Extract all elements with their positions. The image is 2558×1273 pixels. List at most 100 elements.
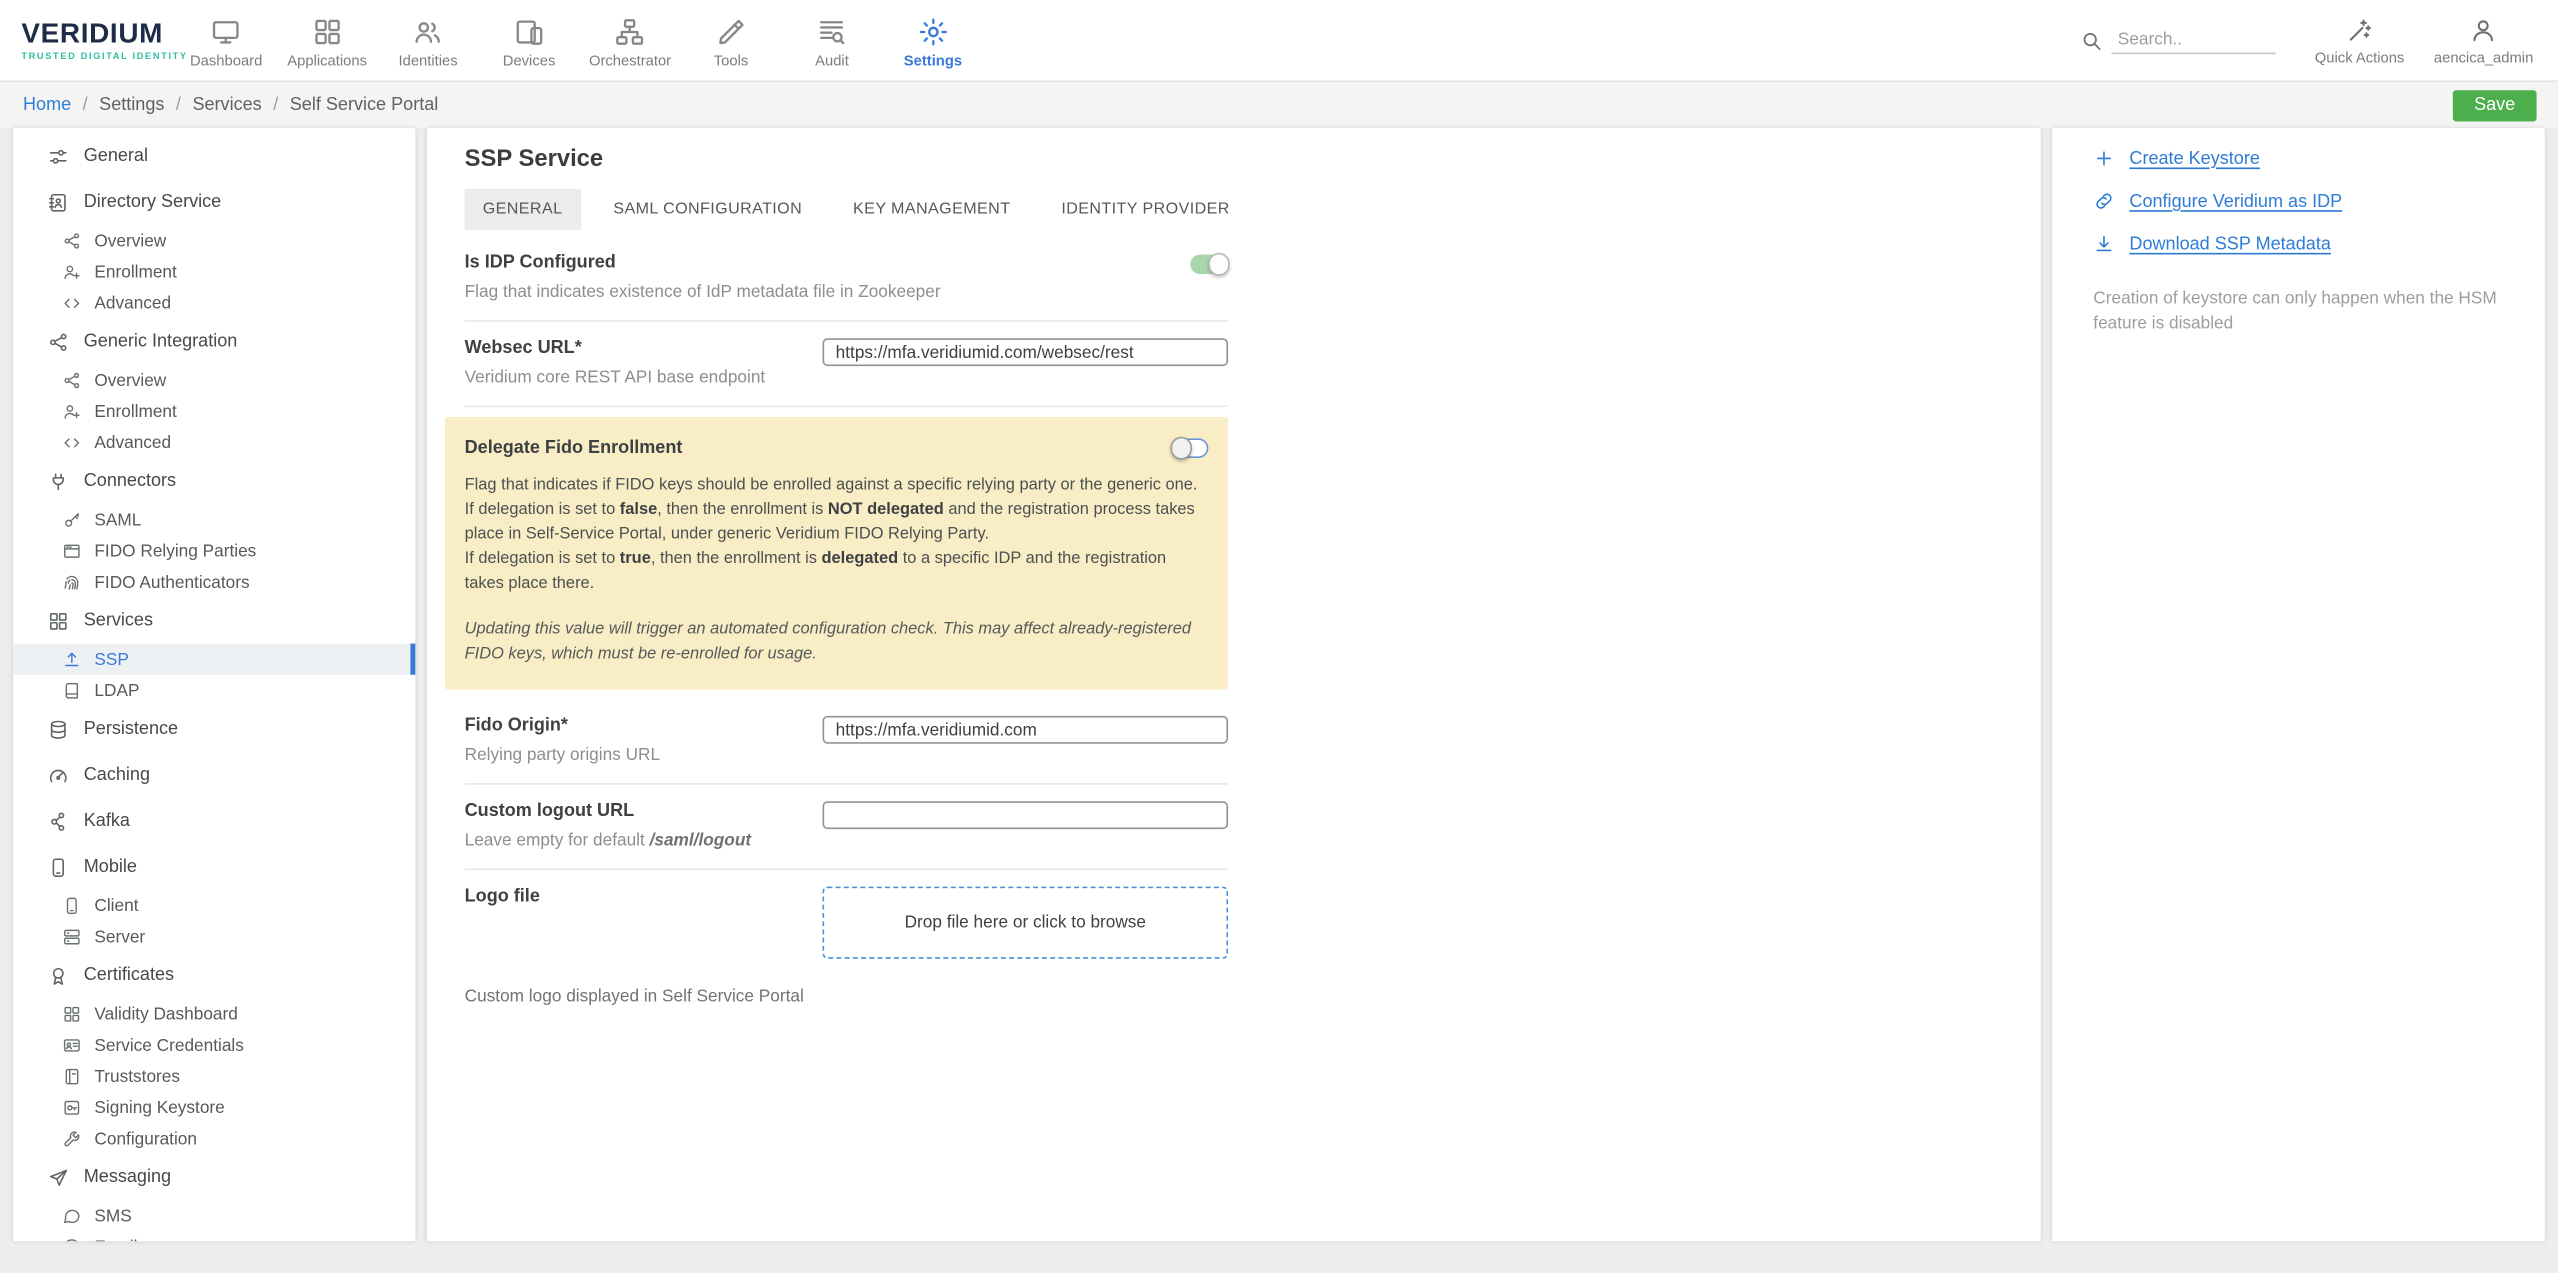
sidebar-item-email[interactable]: Email — [13, 1231, 415, 1241]
sidebar-item-label: Enrollment — [94, 401, 176, 421]
breadcrumb-home[interactable]: Home — [23, 95, 71, 115]
nav-item-settings[interactable]: Settings — [882, 12, 983, 68]
quick-actions-icon — [2346, 16, 2374, 44]
service-credentials-icon — [62, 1036, 81, 1055]
toggle-knob — [1208, 253, 1230, 275]
fido-origin-input[interactable] — [823, 716, 1229, 744]
overview-icon — [62, 231, 81, 250]
sidebar-item-label: Configuration — [94, 1129, 197, 1149]
devices-icon — [513, 16, 544, 47]
sidebar-item-persistence[interactable]: Persistence — [13, 706, 415, 752]
sidebar-item-saml[interactable]: SAML — [13, 504, 415, 535]
field-logo-file: Logo file Drop file here or click to bro… — [465, 870, 1228, 975]
user-name-label: aencica_admin — [2434, 48, 2533, 64]
nav-item-tools[interactable]: Tools — [681, 12, 782, 68]
search-input[interactable] — [2111, 26, 2275, 54]
primary-nav: Dashboard Applications Identities Device… — [176, 12, 984, 68]
client-icon — [62, 896, 81, 915]
sidebar-item-certificates[interactable]: Certificates — [13, 952, 415, 998]
field-description: Veridium core REST API base endpoint — [465, 366, 823, 389]
sidebar-item-label: Kafka — [84, 811, 130, 831]
field-label: Delegate Fido Enrollment — [465, 438, 683, 458]
nav-item-identities[interactable]: Identities — [378, 12, 479, 68]
sidebar-item-label: Enrollment — [94, 262, 176, 282]
sidebar-item-generic-integration[interactable]: Generic Integration — [13, 319, 415, 365]
field-websec-url: Websec URL* Veridium core REST API base … — [465, 322, 1228, 406]
save-button[interactable]: Save — [2453, 89, 2537, 120]
ssp-icon — [62, 650, 81, 669]
nav-item-label: Audit — [815, 52, 849, 68]
sidebar-item-ds-enrollment[interactable]: Enrollment — [13, 256, 415, 287]
sidebar-item-general[interactable]: General — [13, 133, 415, 179]
sidebar-item-kafka[interactable]: Kafka — [13, 798, 415, 844]
sidebar-item-label: LDAP — [94, 681, 139, 701]
nav-item-orchestrator[interactable]: Orchestrator — [580, 12, 681, 68]
sidebar-item-ds-advanced[interactable]: Advanced — [13, 287, 415, 318]
logo-file-dropzone[interactable]: Drop file here or click to browse — [823, 887, 1229, 959]
field-label: Logo file — [465, 887, 823, 907]
saml-icon — [62, 510, 81, 529]
sidebar-item-label: Services — [84, 611, 153, 631]
sidebar-item-signing-keystore[interactable]: Signing Keystore — [13, 1092, 415, 1123]
tab-key-management[interactable]: KEY MANAGEMENT — [835, 189, 1029, 230]
configure-veridium-as-idp-link[interactable]: Configure Veridium as IDP — [2093, 190, 2503, 211]
sidebar-item-gi-advanced[interactable]: Advanced — [13, 427, 415, 458]
nav-item-applications[interactable]: Applications — [277, 12, 378, 68]
truststores-icon — [62, 1067, 81, 1086]
nav-item-audit[interactable]: Audit — [781, 12, 882, 68]
nav-item-dashboard[interactable]: Dashboard — [176, 12, 277, 68]
sidebar-item-ldap[interactable]: LDAP — [13, 675, 415, 706]
sidebar-item-directory-service[interactable]: Directory Service — [13, 179, 415, 225]
sidebar-item-fido-relying-parties[interactable]: FIDO Relying Parties — [13, 535, 415, 566]
is-idp-configured-toggle[interactable] — [1190, 254, 1228, 274]
tab-saml-configuration[interactable]: SAML CONFIGURATION — [595, 189, 820, 230]
sidebar-item-label: FIDO Authenticators — [94, 572, 249, 592]
sidebar-item-gi-overview[interactable]: Overview — [13, 364, 415, 395]
websec-url-input[interactable] — [823, 338, 1229, 366]
sidebar-item-ssp[interactable]: SSP — [13, 644, 415, 675]
content-area: General Directory Service Overview Enrol… — [0, 128, 2558, 1241]
ssp-service-panel: SSP Service GENERAL SAML CONFIGURATION K… — [427, 128, 2041, 1241]
sidebar-item-label: Email — [94, 1237, 137, 1241]
breadcrumb-settings[interactable]: Settings — [99, 95, 164, 115]
brand-logo[interactable]: VERIDIUM TRUSTED DIGITAL IDENTITY — [21, 18, 175, 62]
directory-service-icon — [48, 191, 69, 212]
sidebar-item-validity-dashboard[interactable]: Validity Dashboard — [13, 998, 415, 1029]
sidebar-item-server[interactable]: Server — [13, 921, 415, 952]
sidebar-item-service-credentials[interactable]: Service Credentials — [13, 1029, 415, 1060]
enrollment-icon — [62, 402, 81, 421]
sidebar-item-configuration[interactable]: Configuration — [13, 1123, 415, 1154]
sidebar-item-caching[interactable]: Caching — [13, 752, 415, 798]
field-description: Flag that indicates existence of IdP met… — [465, 281, 941, 304]
sidebar-item-truststores[interactable]: Truststores — [13, 1061, 415, 1092]
sidebar-item-gi-enrollment[interactable]: Enrollment — [13, 396, 415, 427]
plus-icon — [2093, 148, 2114, 169]
delegate-fido-toggle[interactable] — [1171, 438, 1209, 458]
user-menu[interactable]: aencica_admin — [2434, 16, 2533, 65]
link-icon — [2093, 190, 2114, 211]
signing-keystore-icon — [62, 1098, 81, 1117]
sidebar-item-sms[interactable]: SMS — [13, 1200, 415, 1231]
sidebar-item-client[interactable]: Client — [13, 890, 415, 921]
field-description: Relying party origins URL — [465, 744, 823, 767]
sidebar-item-mobile[interactable]: Mobile — [13, 844, 415, 890]
sidebar-item-fido-authenticators[interactable]: FIDO Authenticators — [13, 566, 415, 597]
field-label: Fido Origin* — [465, 716, 823, 736]
tab-general[interactable]: GENERAL — [465, 189, 581, 230]
custom-logout-url-input[interactable] — [823, 801, 1229, 829]
advanced-icon — [62, 293, 81, 312]
sidebar-item-label: Signing Keystore — [94, 1098, 224, 1118]
create-keystore-link[interactable]: Create Keystore — [2093, 148, 2503, 169]
breadcrumb-separator: / — [83, 95, 88, 115]
enrollment-icon — [62, 262, 81, 281]
download-ssp-metadata-link[interactable]: Download SSP Metadata — [2093, 233, 2503, 254]
sidebar-item-messaging[interactable]: Messaging — [13, 1154, 415, 1200]
sidebar-item-services[interactable]: Services — [13, 598, 415, 644]
sidebar-item-ds-overview[interactable]: Overview — [13, 225, 415, 256]
sidebar-item-connectors[interactable]: Connectors — [13, 458, 415, 504]
tab-identity-provider[interactable]: IDENTITY PROVIDER — [1043, 189, 1248, 230]
breadcrumb-services[interactable]: Services — [192, 95, 261, 115]
quick-actions-button[interactable]: Quick Actions — [2315, 16, 2405, 65]
delegate-fido-description: Flag that indicates if FIDO keys should … — [465, 473, 1209, 596]
nav-item-devices[interactable]: Devices — [479, 12, 580, 68]
